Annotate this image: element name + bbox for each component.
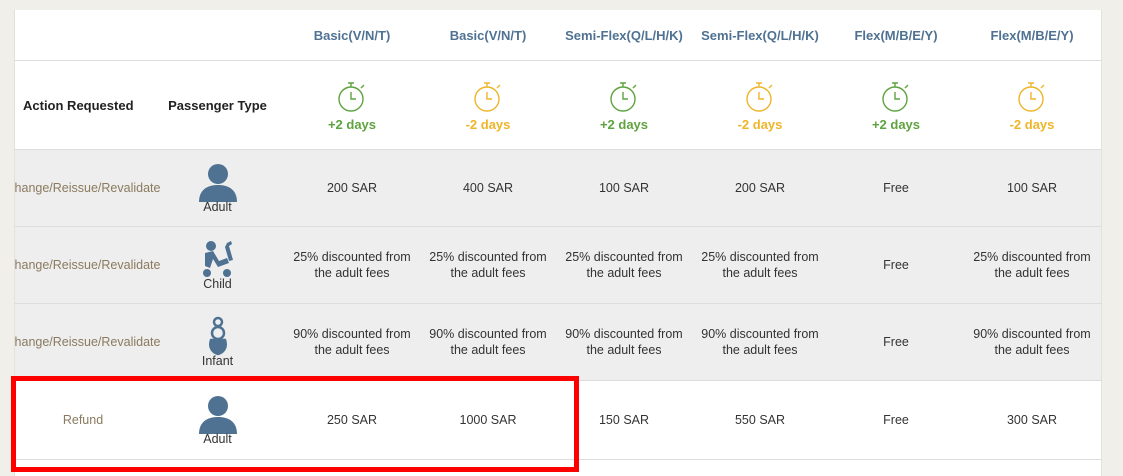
fee-value: 200 SAR: [734, 181, 786, 195]
fee-value: 25% discounted from the adult fees: [293, 250, 411, 280]
stopwatch-icon: [610, 81, 637, 112]
days-label: +2 days: [871, 116, 921, 132]
fare-header-1: Basic(V/N/T): [313, 27, 391, 43]
fee-value: 25% discounted from the adult fees: [565, 250, 683, 280]
days-label: -2 days: [737, 116, 783, 132]
fee-value: 25% discounted from the adult fees: [701, 250, 819, 280]
table-row-infant-change: Change/Reissue/Revalidate Infant 90% dis…: [15, 304, 1101, 381]
fee-value: 200 SAR: [326, 181, 378, 195]
fee-value: Free: [883, 258, 909, 272]
fare-header-4: Semi-Flex(Q/L/H/K): [701, 27, 819, 43]
fare-header-2: Basic(V/N/T): [449, 27, 527, 43]
fee-value: Free: [883, 181, 909, 195]
adult-icon: [198, 164, 237, 202]
days-label: -2 days: [1009, 116, 1055, 132]
action-requested-header: Action Requested: [23, 97, 134, 113]
fee-value: 25% discounted from the adult fees: [429, 250, 547, 280]
fee-value: 90% discounted from the adult fees: [429, 327, 547, 357]
fee-value: 550 SAR: [734, 413, 786, 427]
action-requested: Change/Reissue/Revalidate: [14, 181, 161, 195]
child-stroller-icon: [202, 241, 233, 277]
fee-value: 25% discounted from the adult fees: [973, 250, 1091, 280]
passenger-label: Infant: [201, 354, 234, 368]
stopwatch-icon: [1018, 81, 1045, 112]
action-requested: Change/Reissue/Revalidate: [14, 335, 161, 349]
passenger-type: Infant: [151, 304, 284, 380]
timer-cell-6: -2 days: [964, 61, 1100, 149]
stopwatch-icon: [474, 81, 501, 112]
table-row-child-change: Change/Reissue/Revalidate Child 25% disc…: [15, 227, 1101, 304]
fee-value: 300 SAR: [1006, 413, 1058, 427]
header-row-fare-names: Basic(V/N/T) Basic(V/N/T) Semi-Flex(Q/L/…: [15, 10, 1101, 61]
fee-value: 90% discounted from the adult fees: [293, 327, 411, 357]
timer-cell-4: -2 days: [692, 61, 828, 149]
passenger-type-header: Passenger Type: [168, 97, 267, 113]
fee-value: Free: [883, 413, 909, 427]
fee-value: 90% discounted from the adult fees: [565, 327, 683, 357]
infant-icon: [208, 316, 227, 356]
fee-value: 100 SAR: [1006, 181, 1058, 195]
header-row-days: Action Requested Passenger Type +2 days …: [15, 61, 1101, 150]
fare-header-3: Semi-Flex(Q/L/H/K): [565, 27, 683, 43]
fare-header-6: Flex(M/B/E/Y): [990, 27, 1074, 43]
timer-cell-1: +2 days: [284, 61, 420, 149]
passenger-type: Adult: [151, 150, 284, 226]
passenger-label: Child: [203, 277, 232, 291]
stopwatch-icon: [746, 81, 773, 112]
days-label: -2 days: [465, 116, 511, 132]
timer-cell-5: +2 days: [828, 61, 964, 149]
refund-highlight-box: [11, 376, 579, 472]
fee-value: 90% discounted from the adult fees: [701, 327, 819, 357]
table-row-adult-change: Change/Reissue/Revalidate Adult 200 SAR …: [15, 150, 1101, 227]
passenger-type: Child: [151, 227, 284, 303]
timer-cell-3: +2 days: [556, 61, 692, 149]
fare-header-5: Flex(M/B/E/Y): [854, 27, 938, 43]
passenger-label: Adult: [203, 200, 232, 214]
fee-value: 90% discounted from the adult fees: [973, 327, 1091, 357]
fee-value: Free: [883, 335, 909, 349]
stopwatch-icon: [338, 81, 365, 112]
days-label: +2 days: [599, 116, 649, 132]
fee-value: 100 SAR: [598, 181, 650, 195]
fee-value: 400 SAR: [462, 181, 514, 195]
timer-cell-2: -2 days: [420, 61, 556, 149]
stopwatch-icon: [882, 81, 909, 112]
days-label: +2 days: [327, 116, 377, 132]
action-requested: Change/Reissue/Revalidate: [14, 258, 161, 272]
